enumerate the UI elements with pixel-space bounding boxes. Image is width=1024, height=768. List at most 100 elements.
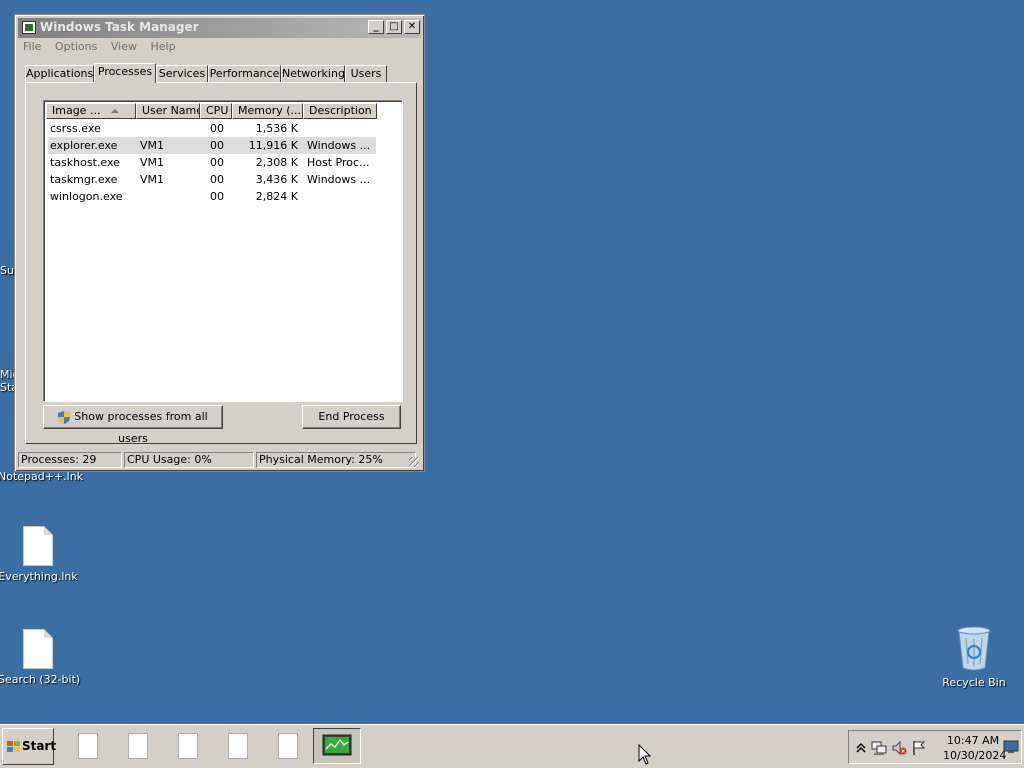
tab-performance[interactable]: Performance [208, 65, 281, 82]
menu-file[interactable]: File [23, 40, 41, 53]
taskbar-item[interactable] [166, 730, 206, 762]
start-button[interactable]: Start [2, 728, 57, 765]
close-button[interactable]: ✕ [404, 20, 420, 34]
status-bar: Processes: 29 CPU Usage: 0% Physical Mem… [18, 451, 421, 469]
file-icon [23, 629, 53, 669]
cell-user: VM1 [140, 173, 165, 186]
taskbar-item[interactable] [116, 730, 156, 762]
recycle-bin-label: Recycle Bin [942, 676, 1006, 689]
processes-panel: Image ... User Name CPU Memory (... Desc… [25, 82, 417, 445]
file-icon [178, 733, 198, 759]
status-cpu-usage: CPU Usage: 0% [124, 452, 254, 468]
clock-date: 10/30/2024 [943, 749, 1007, 762]
maximize-button[interactable]: □ [386, 20, 402, 34]
column-header-user[interactable]: User Name [136, 103, 200, 119]
mouse-cursor-icon [638, 744, 652, 765]
menu-bar: File Options View Help [23, 40, 186, 56]
file-icon [228, 733, 248, 759]
cell-image: taskhost.exe [50, 156, 120, 169]
show-desktop-icon[interactable] [1003, 739, 1019, 755]
show-all-processes-button[interactable]: Show processes from all users [43, 405, 223, 445]
column-header-memory[interactable]: Memory (... [232, 103, 303, 119]
desktop-icon-search[interactable]: Search (32-bit) [0, 629, 81, 686]
desktop-icon-everything[interactable]: Everything.lnk [0, 526, 78, 583]
desktop-icon-label-partial: Mic [0, 368, 14, 381]
cell-memory: 2,308 K [255, 156, 298, 169]
uac-shield-icon [58, 410, 71, 424]
chevron-up-icon[interactable] [853, 740, 869, 756]
taskbar-item-task-manager[interactable] [313, 728, 361, 764]
file-icon [278, 733, 298, 759]
menu-view[interactable]: View [111, 40, 137, 53]
cell-description: Host Proc... [307, 156, 370, 169]
cell-cpu: 00 [210, 190, 224, 203]
tab-networking[interactable]: Networking [281, 65, 345, 82]
action-center-flag-icon[interactable] [911, 740, 927, 756]
cell-memory: 3,436 K [255, 173, 298, 186]
recycle-bin[interactable]: Recycle Bin [936, 626, 1012, 689]
cell-cpu: 00 [210, 156, 224, 169]
clock-time: 10:47 AM [946, 734, 1000, 747]
network-icon[interactable] [871, 740, 887, 756]
desktop-icon-label-partial: Sta [0, 381, 14, 394]
sort-ascending-icon [111, 109, 119, 113]
desktop-icon-label-partial: Su [0, 264, 14, 277]
desktop-icon-label: Everything.lnk [0, 570, 78, 583]
windows-logo-icon [7, 741, 20, 752]
resize-grip[interactable] [409, 457, 419, 467]
window-title: Windows Task Manager [40, 20, 199, 34]
column-header-image[interactable]: Image ... [46, 103, 136, 119]
minimize-button[interactable]: _ [368, 20, 384, 34]
volume-muted-icon[interactable] [891, 740, 907, 756]
table-row[interactable]: csrss.exe 00 1,536 K [46, 120, 400, 137]
tab-services[interactable]: Services [156, 65, 208, 82]
status-processes: Processes: 29 [18, 452, 122, 468]
cell-memory: 11,916 K [248, 139, 298, 152]
cell-user: VM1 [140, 156, 165, 169]
cell-image: taskmgr.exe [50, 173, 118, 186]
taskbar-item[interactable] [266, 730, 306, 762]
file-icon [78, 733, 98, 759]
cell-image: winlogon.exe [50, 190, 123, 203]
cell-image: explorer.exe [50, 139, 118, 152]
cell-memory: 1,536 K [255, 122, 298, 135]
end-process-button[interactable]: End Process [302, 405, 401, 429]
status-physical-memory: Physical Memory: 25% [256, 452, 416, 468]
file-icon [128, 733, 148, 759]
title-bar[interactable]: Windows Task Manager _ □ ✕ [18, 18, 421, 38]
cell-image: csrss.exe [50, 122, 101, 135]
taskbar-item[interactable] [66, 730, 106, 762]
cell-memory: 2,824 K [255, 190, 298, 203]
process-list[interactable]: Image ... User Name CPU Memory (... Desc… [43, 100, 403, 402]
table-row[interactable]: taskmgr.exe VM1 00 3,436 K Windows ... [46, 171, 400, 188]
cell-description: Windows ... [307, 173, 371, 186]
menu-help[interactable]: Help [150, 40, 175, 53]
desktop-icon-label: Search (32-bit) [0, 673, 81, 686]
column-header-cpu[interactable]: CPU [200, 103, 232, 119]
recycle-bin-icon [957, 626, 991, 671]
column-header-description[interactable]: Description [303, 103, 377, 119]
start-label: Start [22, 739, 57, 753]
task-manager-icon [322, 734, 352, 756]
tab-applications[interactable]: Applications [25, 65, 94, 82]
system-tray: 10:47 AM 10/30/2024 [848, 730, 1022, 764]
table-row[interactable]: taskhost.exe VM1 00 2,308 K Host Proc... [46, 154, 400, 171]
clock[interactable]: 10:47 AM 10/30/2024 [943, 733, 1007, 763]
cell-cpu: 00 [210, 139, 224, 152]
tab-processes[interactable]: Processes [94, 63, 156, 83]
cell-description: Windows ... [307, 139, 371, 152]
show-all-processes-label: Show processes from all users [74, 410, 208, 445]
cell-cpu: 00 [210, 173, 224, 186]
menu-options[interactable]: Options [55, 40, 97, 53]
file-icon [23, 526, 53, 566]
tab-users[interactable]: Users [345, 65, 387, 82]
table-row[interactable]: winlogon.exe 00 2,824 K [46, 188, 400, 205]
taskbar: Start 10:47 AM 10/30/2024 [0, 724, 1024, 768]
task-manager-app-icon [22, 21, 36, 34]
taskbar-item[interactable] [216, 730, 256, 762]
cell-cpu: 00 [210, 122, 224, 135]
table-row-selected[interactable]: explorer.exe VM1 00 11,916 K Windows ... [46, 137, 400, 154]
task-manager-window: Windows Task Manager _ □ ✕ File Options … [14, 14, 425, 472]
list-header: Image ... User Name CPU Memory (... Desc… [46, 103, 400, 119]
cell-user: VM1 [140, 139, 165, 152]
